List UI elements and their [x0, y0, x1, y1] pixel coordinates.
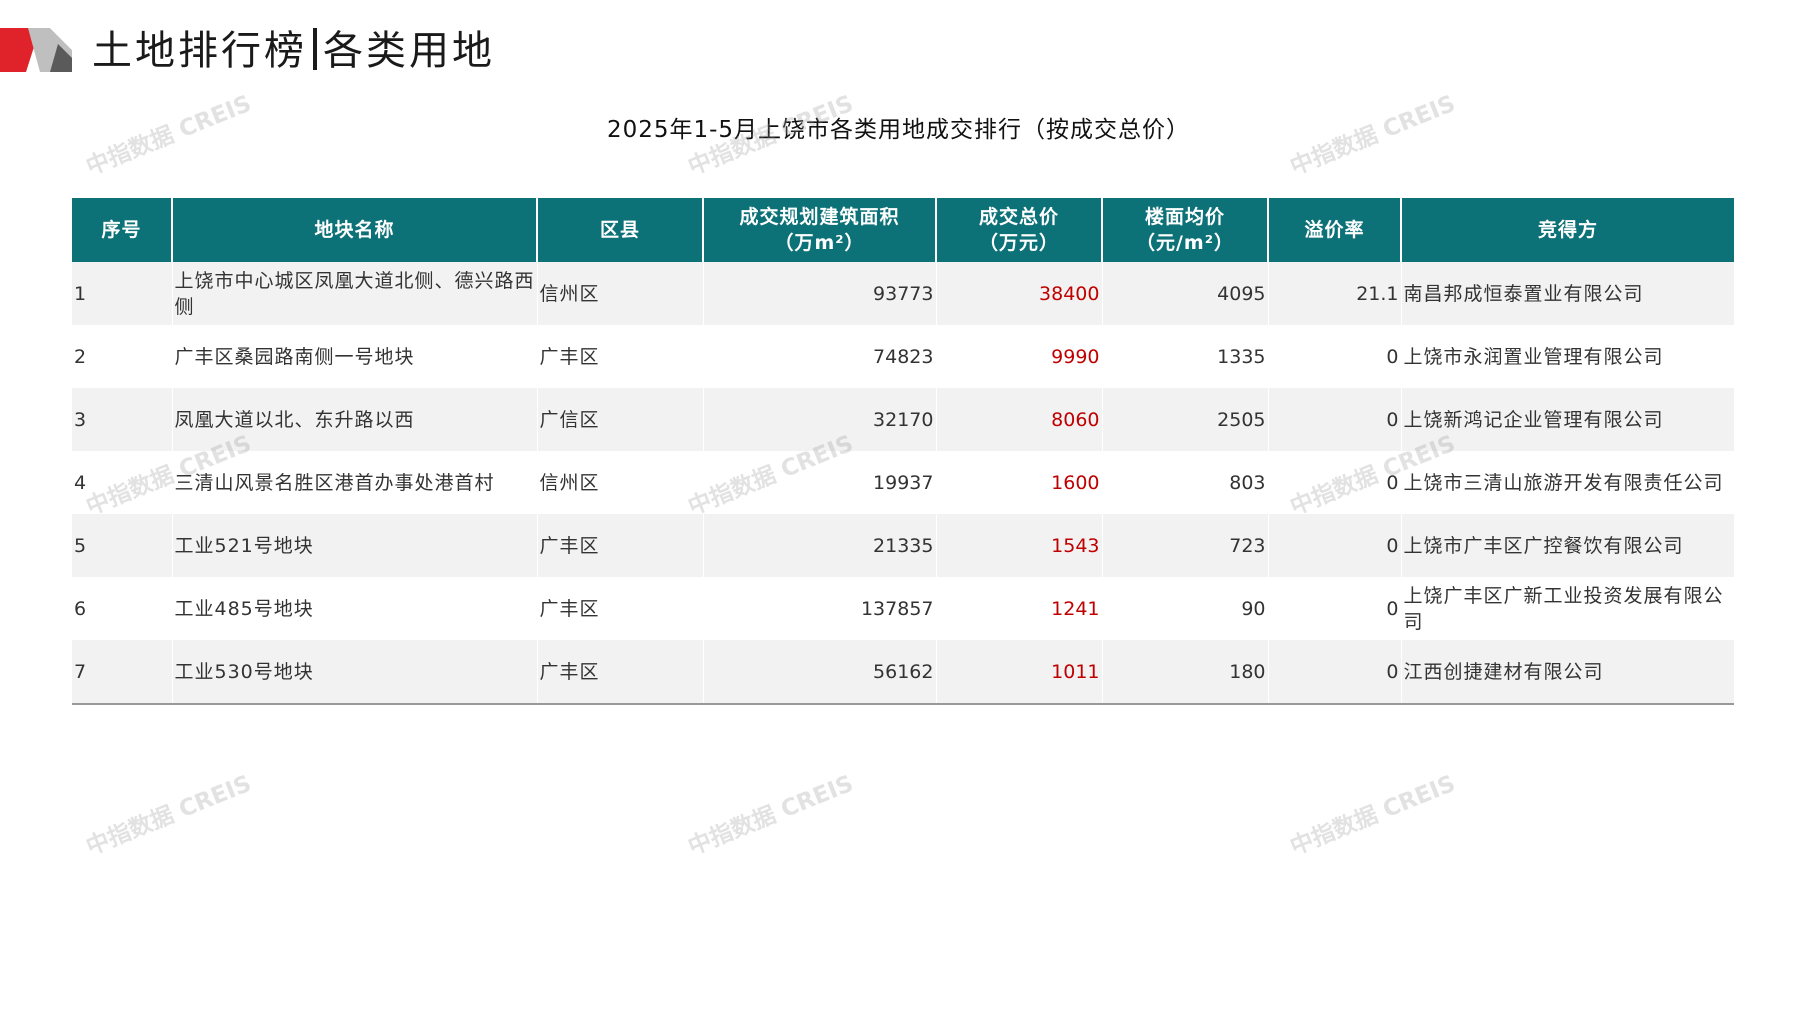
premium-cell: 0 [1268, 640, 1402, 705]
table-row: 7 工业530号地块 广丰区 56162 1011 180 0 江西创捷建材有限… [72, 640, 1734, 705]
watermark: 中指数据 CREIS [684, 770, 858, 861]
premium-cell: 0 [1268, 388, 1402, 451]
buyer-cell: 上饶市广丰区广控餐饮有限公司 [1401, 514, 1734, 577]
column-header: 区县 [537, 198, 704, 262]
district-cell: 广信区 [537, 388, 704, 451]
land-name-cell: 三清山风景名胜区港首办事处港首村 [172, 451, 538, 514]
rank-cell: 4 [72, 451, 173, 514]
land-name-cell: 上饶市中心城区凤凰大道北侧、德兴路西侧 [172, 262, 538, 325]
avg-price-cell: 803 [1102, 451, 1269, 514]
buyer-cell: 上饶广丰区广新工业投资发展有限公司 [1401, 577, 1734, 640]
avg-price-cell: 723 [1102, 514, 1269, 577]
avg-price-cell: 1335 [1102, 325, 1269, 388]
land-name-cell: 广丰区桑园路南侧一号地块 [172, 325, 538, 388]
page-title: 土地排行榜 各类用地 [92, 18, 495, 76]
page-title-right: 各类用地 [323, 28, 495, 74]
district-cell: 广丰区 [537, 325, 704, 388]
district-cell: 广丰区 [537, 577, 704, 640]
rank-cell: 2 [72, 325, 173, 388]
column-header: 竞得方 [1401, 198, 1734, 262]
page-title-left: 土地排行榜 [92, 28, 307, 74]
premium-cell: 0 [1268, 325, 1402, 388]
avg-price-cell: 4095 [1102, 262, 1269, 325]
land-name-cell: 工业530号地块 [172, 640, 538, 705]
area-cell: 74823 [703, 325, 937, 388]
brand-logo-icon [0, 28, 72, 72]
land-name-cell: 工业485号地块 [172, 577, 538, 640]
table-row: 3 凤凰大道以北、东升路以西 广信区 32170 8060 2505 0 上饶新… [72, 388, 1734, 451]
column-header: 成交规划建筑面积 （万m²） [703, 198, 937, 262]
area-cell: 19937 [703, 451, 937, 514]
ranking-table: 序号 地块名称 区县 成交规划建筑面积 （万m²） 成交总价 （万元） 楼面均价 （元… [72, 198, 1734, 705]
title-separator [313, 28, 317, 70]
watermark: 中指数据 CREIS [82, 770, 256, 861]
table-title: 2025年1-5月上饶市各类用地成交排行（按成交总价） [606, 117, 1191, 143]
buyer-cell: 上饶新鸿记企业管理有限公司 [1401, 388, 1734, 451]
area-cell: 137857 [703, 577, 937, 640]
column-header: 地块名称 [172, 198, 538, 262]
table-row: 1 上饶市中心城区凤凰大道北侧、德兴路西侧 信州区 93773 38400 40… [72, 262, 1734, 325]
buyer-cell: 南昌邦成恒泰置业有限公司 [1401, 262, 1734, 325]
rank-cell: 6 [72, 577, 173, 640]
watermark: 中指数据 CREIS [1286, 770, 1460, 861]
area-cell: 32170 [703, 388, 937, 451]
premium-cell: 0 [1268, 451, 1402, 514]
column-header: 成交总价 （万元） [936, 198, 1103, 262]
rank-cell: 5 [72, 514, 173, 577]
rank-cell: 3 [72, 388, 173, 451]
table-row: 6 工业485号地块 广丰区 137857 1241 90 0 上饶广丰区广新工… [72, 577, 1734, 640]
buyer-cell: 上饶市三清山旅游开发有限责任公司 [1401, 451, 1734, 514]
area-cell: 21335 [703, 514, 937, 577]
avg-price-cell: 180 [1102, 640, 1269, 705]
total-price-cell: 1011 [936, 640, 1103, 705]
table-row: 5 工业521号地块 广丰区 21335 1543 723 0 上饶市广丰区广控… [72, 514, 1734, 577]
total-price-cell: 8060 [936, 388, 1103, 451]
total-price-cell: 1600 [936, 451, 1103, 514]
avg-price-cell: 90 [1102, 577, 1269, 640]
premium-cell: 0 [1268, 514, 1402, 577]
total-price-cell: 1543 [936, 514, 1103, 577]
column-header: 溢价率 [1268, 198, 1402, 262]
district-cell: 广丰区 [537, 640, 704, 705]
column-header: 序号 [72, 198, 173, 262]
table-row: 2 广丰区桑园路南侧一号地块 广丰区 74823 9990 1335 0 上饶市… [72, 325, 1734, 388]
rank-cell: 7 [72, 640, 173, 705]
total-price-cell: 9990 [936, 325, 1103, 388]
area-cell: 93773 [703, 262, 937, 325]
total-price-cell: 38400 [936, 262, 1103, 325]
table-row: 4 三清山风景名胜区港首办事处港首村 信州区 19937 1600 803 0 … [72, 451, 1734, 514]
avg-price-cell: 2505 [1102, 388, 1269, 451]
district-cell: 广丰区 [537, 514, 704, 577]
buyer-cell: 上饶市永润置业管理有限公司 [1401, 325, 1734, 388]
premium-cell: 0 [1268, 577, 1402, 640]
area-cell: 56162 [703, 640, 937, 705]
premium-cell: 21.1 [1268, 262, 1402, 325]
land-name-cell: 凤凰大道以北、东升路以西 [172, 388, 538, 451]
column-header: 楼面均价 （元/m²） [1102, 198, 1269, 262]
land-name-cell: 工业521号地块 [172, 514, 538, 577]
district-cell: 信州区 [537, 451, 704, 514]
district-cell: 信州区 [537, 262, 704, 325]
buyer-cell: 江西创捷建材有限公司 [1401, 640, 1734, 705]
total-price-cell: 1241 [936, 577, 1103, 640]
rank-cell: 1 [72, 262, 173, 325]
table-header-row: 序号 地块名称 区县 成交规划建筑面积 （万m²） 成交总价 （万元） 楼面均价 （元… [72, 198, 1734, 262]
